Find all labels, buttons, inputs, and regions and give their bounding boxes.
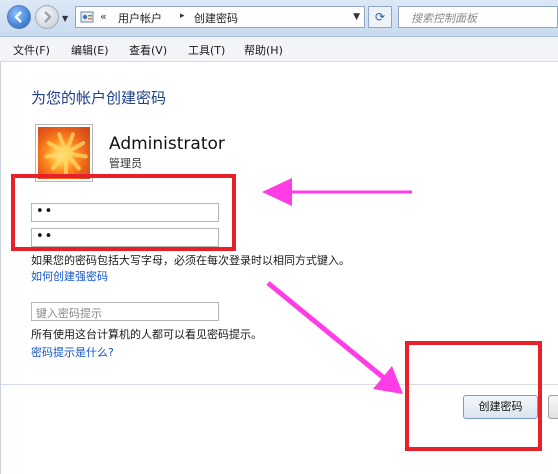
arrow-to-create-button-icon bbox=[266, 281, 403, 394]
arrow-to-password-icon bbox=[262, 178, 412, 206]
annotation-arrows bbox=[262, 178, 412, 394]
